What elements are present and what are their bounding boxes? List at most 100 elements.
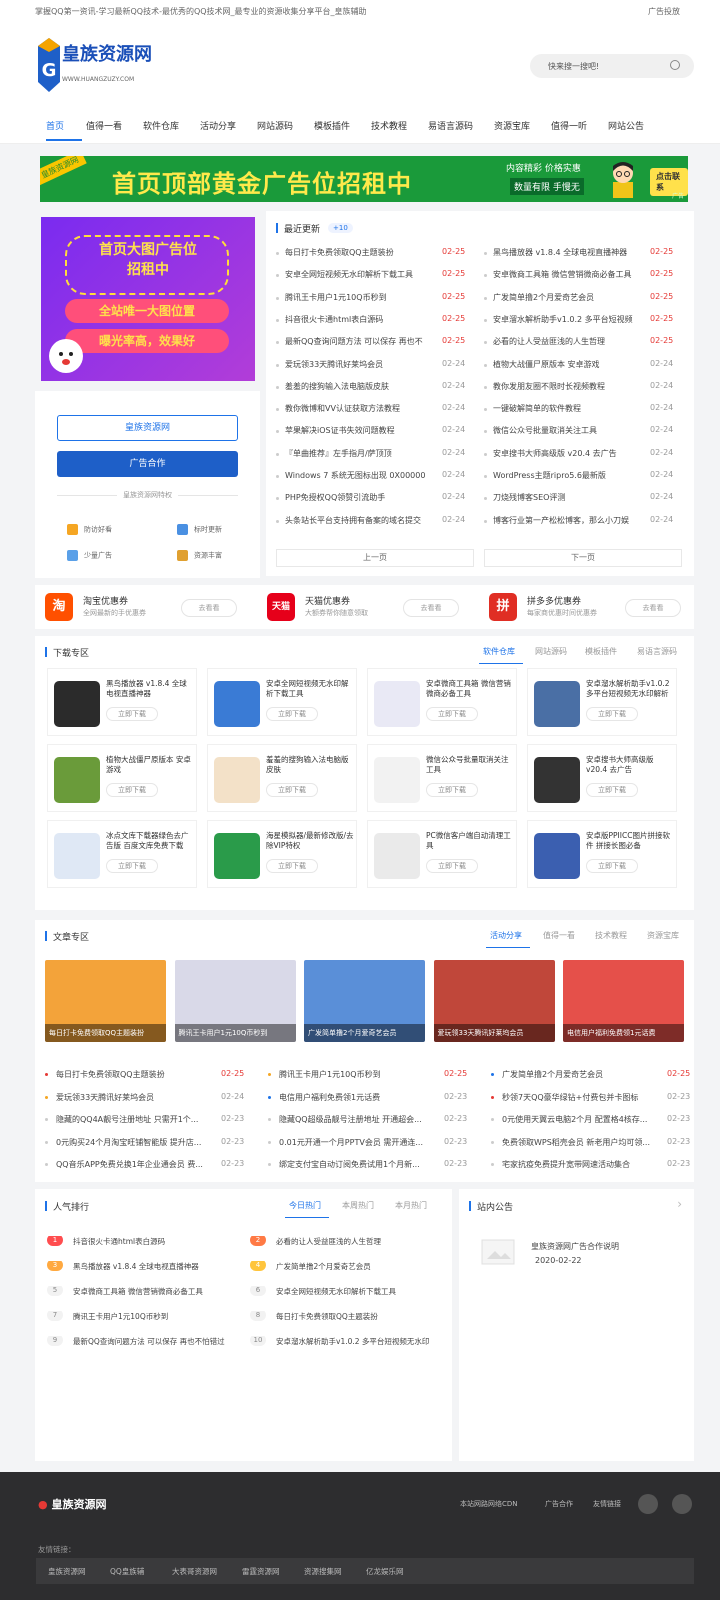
article-item[interactable]: 绑定支付宝自动订阅免费试用1个月新... (268, 1159, 428, 1170)
ranking-item[interactable]: 4 广发简单撸2个月爱奇艺会员 (250, 1261, 440, 1273)
coupon-go-button[interactable]: 去看看 (625, 599, 681, 617)
coupon-card[interactable]: 淘淘宝优惠券 全网最新的手优惠券 去看看 (45, 591, 245, 623)
email-icon[interactable] (672, 1494, 692, 1514)
download-item[interactable]: 安卓版PPIICC图片拼接软件 拼接长图必备 立即下载 (527, 820, 677, 888)
latest-item[interactable]: 『单曲推荐』左手指月/萨顶顶 (276, 448, 426, 459)
article-item[interactable]: 广发简单撸2个月爱奇艺会员 (491, 1069, 651, 1080)
article-thumbnail[interactable]: 电信用户福利免费领1元话费 (563, 960, 684, 1042)
search-input[interactable]: 快来搜一搜吧! (530, 54, 694, 78)
tab-1[interactable]: 值得一看 (543, 930, 575, 941)
latest-item[interactable]: 微信公众号批量取消关注工具 (484, 425, 634, 436)
footer-logo[interactable]: ● 皇族资源网 (38, 1496, 106, 1512)
nav-item[interactable]: 模板插件 (314, 119, 350, 132)
latest-item[interactable]: 必看的让人受益匪浅的人生哲理 (484, 336, 634, 347)
nav-item[interactable]: 值得一看 (86, 119, 122, 132)
footer-link[interactable]: 友情链接 (593, 1499, 621, 1509)
download-item[interactable]: 海星模拟器/最新修改版/去除VIP特权 立即下载 (207, 820, 357, 888)
tab-3[interactable]: 资源宝库 (647, 930, 679, 941)
latest-item[interactable]: 腾讯王卡用户1元10Q币秒到 (276, 292, 426, 303)
ranking-item[interactable]: 7 腾讯王卡用户1元10Q币秒到 (47, 1311, 237, 1323)
latest-item[interactable]: 安卓微商工具箱 微信营销微商必备工具 (484, 269, 634, 280)
ranking-item[interactable]: 9 最新QQ查询问题方法 可以保存 再也不怕错过 (47, 1336, 237, 1348)
friend-link[interactable]: 雷霆资源网 (242, 1566, 280, 1577)
tab-1[interactable]: 网站源码 (535, 646, 567, 657)
latest-item[interactable]: 安卓搜书大师高级版 v20.4 去广告 (484, 448, 634, 459)
download-item[interactable]: 黑鸟播放器 v1.8.4 全球电视直播神器 立即下载 (47, 668, 197, 736)
latest-item[interactable]: 苹果解决iOS证书失效问题教程 (276, 425, 426, 436)
download-item[interactable]: PC微信客户端自动清理工具 立即下载 (367, 820, 517, 888)
tab-2[interactable]: 本月热门 (395, 1200, 427, 1211)
tab-2[interactable]: 模板插件 (585, 646, 617, 657)
latest-item[interactable]: WordPress主题ripro5.6最新版 (484, 470, 634, 481)
download-button[interactable]: 立即下载 (586, 859, 638, 873)
ranking-item[interactable]: 8 每日打卡免费领取QQ主题装扮 (250, 1311, 440, 1323)
friend-link[interactable]: 亿龙娱乐网 (366, 1566, 404, 1577)
site-logo[interactable]: G 皇族资源网 WWW.HUANGZUZY.COM (38, 38, 158, 98)
nav-item-home[interactable]: 首页 (46, 119, 64, 132)
ad-link[interactable]: 广告投放 (648, 6, 680, 17)
article-item[interactable]: 0元使用天翼云电脑2个月 配置格4核存... (491, 1114, 651, 1125)
article-item[interactable]: 0元购买24个月淘宝旺铺智能版 提升店... (45, 1137, 205, 1148)
latest-item[interactable]: 羞羞的搜狗输入法电脑版皮肤 (276, 381, 426, 392)
friend-link[interactable]: 大表哥资源网 (172, 1566, 217, 1577)
coupon-go-button[interactable]: 去看看 (403, 599, 459, 617)
download-item[interactable]: 安卓溜水解析助手v1.0.2 多平台短视频无水印解析 立即下载 (527, 668, 677, 736)
footer-link[interactable]: 本站网路网络CDN (460, 1499, 518, 1509)
ranking-item[interactable]: 5 安卓微商工具箱 微信营销微商必备工具 (47, 1286, 237, 1298)
download-item[interactable]: 冰点文库下载器绿色去广告版 百度文库免费下载 立即下载 (47, 820, 197, 888)
latest-item[interactable]: 每日打卡免费领取QQ主题装扮 (276, 247, 426, 258)
top-ad-banner[interactable]: 皇族资源网 首页顶部黄金广告位招租中 内容精彩 价格实惠 数量有限 手慢无 点击… (40, 156, 688, 202)
download-item[interactable]: 安卓全网短视频无水印解析下载工具 立即下载 (207, 668, 357, 736)
nav-item[interactable]: 技术教程 (371, 119, 407, 132)
latest-item[interactable]: PHP免授权QQ领赞引流助手 (276, 492, 426, 503)
ranking-item[interactable]: 2 必看的让人受益匪浅的人生哲理 (250, 1236, 440, 1248)
nav-item[interactable]: 资源宝库 (494, 119, 530, 132)
tab-0[interactable]: 活动分享 (490, 930, 522, 941)
friend-link[interactable]: 资源搜集网 (304, 1566, 342, 1577)
download-button[interactable]: 立即下载 (586, 783, 638, 797)
latest-item[interactable]: 博客行业第一产松松博客，那么小刀娱 (484, 515, 634, 526)
nav-item[interactable]: 活动分享 (200, 119, 236, 132)
article-thumbnail[interactable]: 爱玩领33天腾讯好莱坞会员 (433, 960, 555, 1042)
article-item[interactable]: 每日打卡免费领取QQ主题装扮 (45, 1069, 205, 1080)
download-button[interactable]: 立即下载 (106, 783, 158, 797)
download-button[interactable]: 立即下载 (266, 859, 318, 873)
download-item[interactable]: 安卓搜书大师高级版 v20.4 去广告 立即下载 (527, 744, 677, 812)
coupon-card[interactable]: 天猫 天猫优惠券 大额券帮你随意领取 去看看 (267, 591, 467, 623)
friend-link[interactable]: 皇族资源网 (48, 1566, 86, 1577)
chevron-right-icon[interactable]: › (677, 1197, 682, 1211)
article-item[interactable]: 免费领取WPS稻壳会员 新老用户均可领... (491, 1137, 651, 1148)
tab-0[interactable]: 软件仓库 (483, 646, 515, 657)
nav-item[interactable]: 网站公告 (608, 119, 644, 132)
site-name-button[interactable]: 皇族资源网 (57, 415, 238, 441)
article-item[interactable]: 秒领7天QQ豪华绿钻+付费包并卡图标 (491, 1092, 651, 1103)
latest-item[interactable]: 广发简单撸2个月爱奇艺会员 (484, 292, 634, 303)
latest-item[interactable]: 植物大战僵尸原版本 安卓游戏 (484, 359, 634, 370)
ranking-item[interactable]: 1 抖音很火卡通html表白源码 (47, 1236, 237, 1248)
latest-item[interactable]: Windows 7 系统无图标出现 0X000000 (276, 470, 426, 481)
latest-item[interactable]: 抖音很火卡通html表白源码 (276, 314, 426, 325)
nav-item[interactable]: 易语言源码 (428, 119, 473, 132)
latest-item[interactable]: 最新QQ查询问题方法 可以保存 再也不 (276, 336, 426, 347)
latest-item[interactable]: 安卓溜水解析助手v1.0.2 多平台短视频 (484, 314, 634, 325)
ranking-item[interactable]: 6 安卓全网短视频无水印解析下载工具 (250, 1286, 440, 1298)
next-page-button[interactable]: 下一页 (484, 549, 682, 567)
latest-item[interactable]: 一键破解简单的软件教程 (484, 403, 634, 414)
article-thumbnail[interactable]: 腾讯王卡用户1元10Q币秒到 (174, 960, 296, 1042)
latest-item[interactable]: 安卓全网短视频无水印解析下载工具 (276, 269, 426, 280)
nav-item[interactable]: 软件仓库 (143, 119, 179, 132)
article-item[interactable]: 腾讯王卡用户1元10Q币秒到 (268, 1069, 428, 1080)
latest-item[interactable]: 教你发朋友圈不限时长视频教程 (484, 381, 634, 392)
notice-item[interactable]: 皇族资源网广告合作说明 (531, 1241, 619, 1252)
latest-item[interactable]: 头条站长平台支持拥有备案的域名提交 (276, 515, 426, 526)
nav-item[interactable]: 网站源码 (257, 119, 293, 132)
article-thumbnail[interactable]: 每日打卡免费领取QQ主题装扮 (45, 960, 166, 1042)
download-button[interactable]: 立即下载 (426, 859, 478, 873)
tab-1[interactable]: 本周热门 (342, 1200, 374, 1211)
download-item[interactable]: 植物大战僵尸原版本 安卓游戏 立即下载 (47, 744, 197, 812)
download-button[interactable]: 立即下载 (106, 707, 158, 721)
download-button[interactable]: 立即下载 (266, 707, 318, 721)
search-icon[interactable] (670, 60, 680, 70)
latest-item[interactable]: 爱玩领33天腾讯好莱坞会员 (276, 359, 426, 370)
article-item[interactable]: QQ音乐APP免费兑换1年企业通会员 费... (45, 1159, 205, 1170)
